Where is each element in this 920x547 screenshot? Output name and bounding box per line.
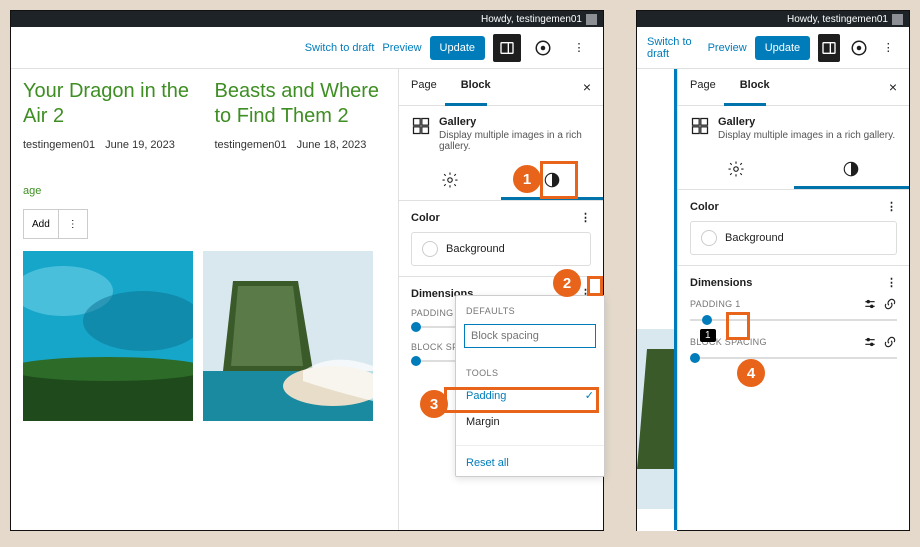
editor-window-right: Howdy, testingemen01 Switch to draft Pre… bbox=[636, 10, 910, 531]
preview-link[interactable]: Preview bbox=[708, 42, 747, 54]
gallery-image[interactable] bbox=[203, 251, 373, 421]
background-label: Background bbox=[725, 232, 784, 244]
background-color-row[interactable]: Background bbox=[690, 221, 897, 255]
callout-1: 1 bbox=[513, 165, 541, 193]
tab-block[interactable]: Block bbox=[449, 69, 503, 105]
color-swatch-icon bbox=[422, 241, 438, 257]
popover-tools-head: TOOLS bbox=[456, 364, 604, 382]
close-sidebar-icon[interactable]: × bbox=[571, 69, 603, 105]
set-custom-size-icon[interactable] bbox=[863, 297, 877, 311]
callout-4: 4 bbox=[737, 359, 765, 387]
post-date: June 19, 2023 bbox=[105, 139, 175, 151]
popover-defaults-head: DEFAULTS bbox=[456, 302, 604, 320]
more-options-icon[interactable]: ⋮ bbox=[565, 34, 593, 62]
switch-to-draft-link[interactable]: Switch to draft bbox=[305, 42, 375, 54]
editor-toolbar: Switch to draft Preview Update ⋮ bbox=[11, 27, 603, 69]
dimensions-options-icon[interactable]: ⋮ bbox=[886, 276, 897, 289]
color-section-title: Color bbox=[690, 201, 719, 213]
background-color-row[interactable]: Background bbox=[411, 232, 591, 266]
dimensions-popover: DEFAULTS TOOLS Padding ✓ Margin bbox=[455, 295, 605, 477]
greeting-text: Howdy, testingemen01 bbox=[481, 14, 582, 25]
editor-window-left: Howdy, testingemen01 Switch to draft Pre… bbox=[10, 10, 604, 531]
sidebar-toggle-icon[interactable] bbox=[818, 34, 840, 62]
block-spacing-slider[interactable] bbox=[690, 357, 897, 359]
editor-canvas: Your Dragon in the Air 2 testingemen01 J… bbox=[11, 69, 398, 530]
block-description: Display multiple images in a rich galler… bbox=[718, 130, 895, 141]
plugin-icon[interactable] bbox=[529, 34, 557, 62]
dimensions-section-title: Dimensions bbox=[690, 277, 752, 289]
settings-sidebar: Page Block × Gallery Display multiple im… bbox=[398, 69, 603, 530]
slider-tooltip: 1 bbox=[700, 329, 716, 342]
link-sides-icon[interactable] bbox=[883, 297, 897, 311]
post-author: testingemen01 bbox=[23, 139, 95, 151]
padding-slider[interactable]: 1 bbox=[690, 319, 897, 321]
gallery-block-icon bbox=[411, 116, 431, 139]
gallery-image[interactable] bbox=[23, 251, 193, 421]
color-swatch-icon bbox=[701, 230, 717, 246]
styles-tab-icon[interactable] bbox=[794, 151, 910, 189]
post-date: June 18, 2023 bbox=[297, 139, 367, 151]
block-name: Gallery bbox=[439, 116, 591, 128]
callout-2: 2 bbox=[553, 269, 581, 297]
settings-tab-icon[interactable] bbox=[399, 162, 501, 200]
post-title[interactable]: Your Dragon in the Air 2 bbox=[23, 79, 195, 129]
post-title[interactable]: Beasts and Where to Find Them 2 bbox=[215, 79, 387, 129]
tab-page[interactable]: Page bbox=[678, 69, 728, 105]
greeting-text: Howdy, testingemen01 bbox=[787, 14, 888, 25]
block-more-icon[interactable]: ⋮ bbox=[58, 209, 88, 239]
link-sides-icon[interactable] bbox=[883, 335, 897, 349]
admin-bar: Howdy, testingemen01 bbox=[11, 11, 603, 27]
color-section-title: Color bbox=[411, 212, 440, 224]
block-spacing-input[interactable] bbox=[464, 324, 596, 348]
tab-page[interactable]: Page bbox=[399, 69, 449, 105]
settings-tab-icon[interactable] bbox=[678, 151, 794, 189]
post-author: testingemen01 bbox=[215, 139, 287, 151]
background-label: Background bbox=[446, 243, 505, 255]
preview-link[interactable]: Preview bbox=[382, 42, 421, 54]
block-description: Display multiple images in a rich galler… bbox=[439, 130, 591, 152]
add-button[interactable]: Add bbox=[23, 209, 58, 239]
page-link-fragment[interactable]: age bbox=[23, 185, 41, 197]
block-toolbar: Add ⋮ bbox=[23, 209, 386, 239]
update-button[interactable]: Update bbox=[430, 36, 485, 60]
color-options-icon[interactable]: ⋮ bbox=[886, 200, 897, 213]
plugin-icon[interactable] bbox=[848, 34, 870, 62]
admin-bar: Howdy, testingemen01 bbox=[637, 11, 909, 27]
avatar[interactable] bbox=[586, 14, 597, 25]
block-name: Gallery bbox=[718, 116, 895, 128]
check-icon: ✓ bbox=[585, 389, 594, 402]
settings-sidebar: Page Block × Gallery Display multiple im… bbox=[677, 69, 909, 530]
color-options-icon[interactable]: ⋮ bbox=[580, 211, 591, 224]
selection-edge bbox=[637, 69, 677, 530]
editor-toolbar: Switch to draft Preview Update ⋮ bbox=[637, 27, 909, 69]
popover-reset-item[interactable]: Reset all bbox=[456, 450, 604, 476]
sidebar-toggle-icon[interactable] bbox=[493, 34, 521, 62]
avatar[interactable] bbox=[892, 14, 903, 25]
popover-margin-item[interactable]: Margin bbox=[456, 409, 604, 435]
padding-label: PADDING 1 bbox=[690, 299, 741, 309]
set-custom-size-icon[interactable] bbox=[863, 335, 877, 349]
close-sidebar-icon[interactable]: × bbox=[877, 69, 909, 105]
tab-block[interactable]: Block bbox=[728, 69, 782, 105]
gallery-block-icon bbox=[690, 116, 710, 139]
callout-3: 3 bbox=[420, 390, 448, 418]
gallery-block[interactable] bbox=[23, 251, 386, 421]
update-button[interactable]: Update bbox=[755, 36, 810, 60]
switch-to-draft-link[interactable]: Switch to draft bbox=[647, 36, 700, 60]
popover-padding-item[interactable]: Padding ✓ bbox=[456, 382, 604, 409]
more-options-icon[interactable]: ⋮ bbox=[877, 34, 899, 62]
